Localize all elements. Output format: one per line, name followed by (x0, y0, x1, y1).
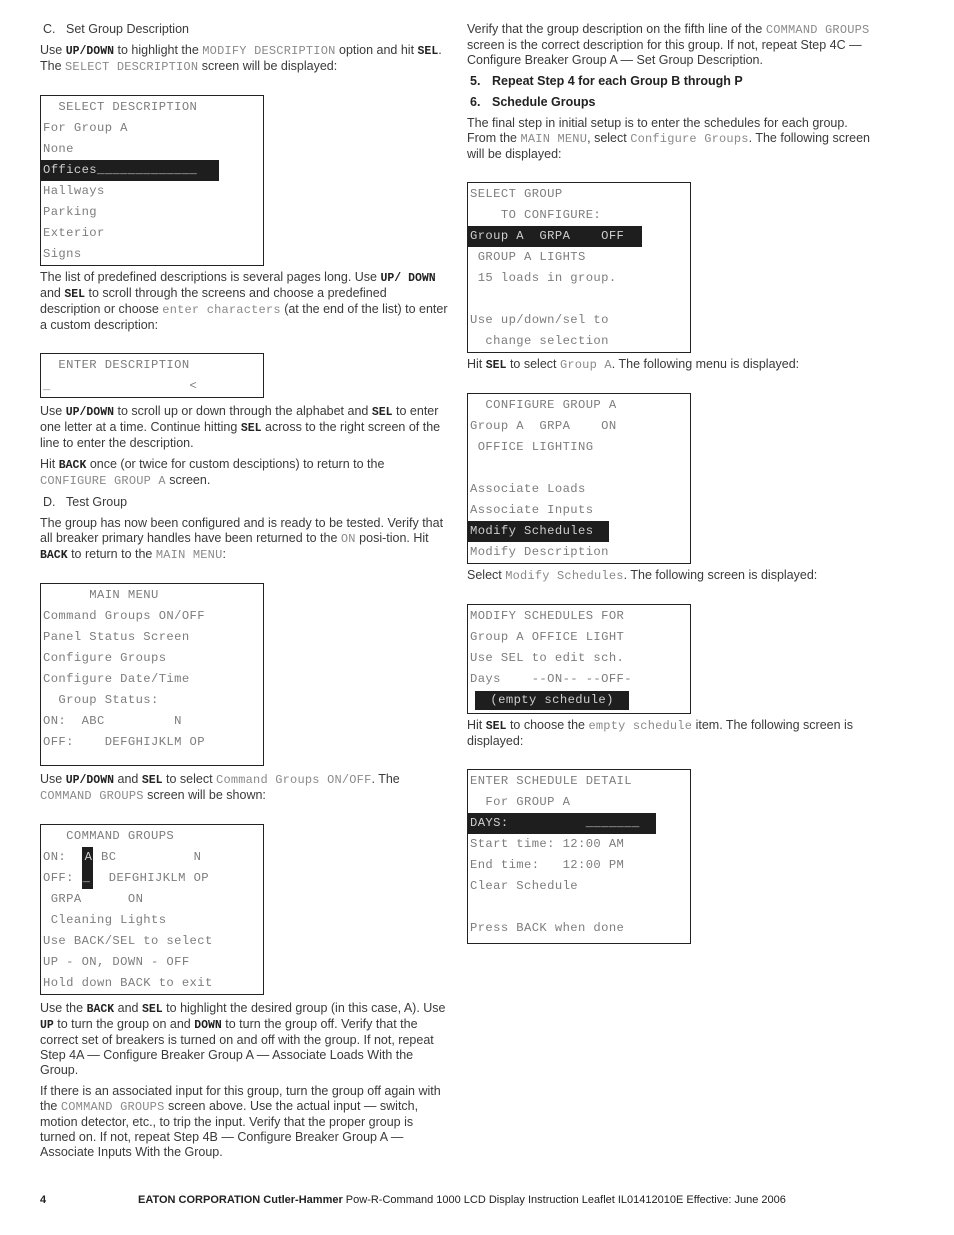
page-number: 4 (40, 1194, 47, 1206)
paragraph-schedule-groups: The final step in initial setup is to en… (467, 116, 870, 161)
left-column: C. Set Group Description Use UP/DOWN to h… (40, 22, 448, 1166)
page-footer: 4 EATON CORPORATION Cutler-Hammer Pow-R-C… (40, 1193, 786, 1208)
empty-schedule-item[interactable]: (empty schedule) (475, 691, 629, 710)
paragraph-choose-empty-schedule: Hit SEL to choose the empty schedule ite… (467, 718, 854, 748)
lcd-select-group: SELECT GROUP TO CONFIGURE: Group A GRPA … (467, 182, 691, 353)
menu-item-modify-schedules[interactable]: Modify Schedules (468, 521, 609, 542)
paragraph-hit-sel-group-a: Hit SEL to select Group A. The following… (467, 357, 800, 372)
step-6-heading: 6. Schedule Groups (470, 95, 596, 109)
paragraph-highlight-group: Use the BACK and SEL to highlight the de… (40, 1001, 446, 1077)
paragraph-hit-back: Hit BACK once (or twice for custom desci… (40, 457, 385, 488)
paragraph-select-command-groups: Use UP/DOWN and SEL to select Command Gr… (40, 772, 400, 803)
group-a-off-selector[interactable]: _ (81, 868, 94, 889)
paragraph-predefined-list: The list of predefined descriptions is s… (40, 270, 448, 332)
lcd-modify-schedules: MODIFY SCHEDULES FOR Group A OFFICE LIGH… (467, 604, 691, 714)
lcd-configure-group: CONFIGURE GROUP A Group A GRPA ON OFFICE… (467, 393, 691, 564)
lcd-main-menu: MAIN MENU Command Groups ON/OFF Panel St… (40, 583, 264, 766)
footer-document-info: Pow-R-Command 1000 LCD Display Instructi… (342, 1194, 786, 1206)
group-a-on-selector[interactable]: A (81, 847, 94, 868)
days-field[interactable]: DAYS: _______ (468, 813, 656, 834)
step-5-heading: 5. Repeat Step 4 for each Group B through… (470, 74, 743, 88)
footer-corporation: EATON CORPORATION Cutler-Hammer (138, 1194, 343, 1206)
end-time-field[interactable]: End time: 12:00 PM (468, 855, 690, 876)
paragraph-associated-input: If there is an associated input for this… (40, 1084, 441, 1159)
paragraph-set-description: Use UP/DOWN to highlight the MODIFY DESC… (40, 43, 442, 74)
paragraph-test-group: The group has now been configured and is… (40, 516, 444, 562)
start-time-field[interactable]: Start time: 12:00 AM (468, 834, 690, 855)
lcd-command-groups: COMMAND GROUPS ON: A BC N OFF: _ DEFGHIJ… (40, 824, 264, 995)
selected-description-offices[interactable]: Offices_____________ (41, 160, 219, 181)
paragraph-select-modify-schedules: Select Modify Schedules. The following s… (467, 568, 818, 583)
clear-schedule-item[interactable]: Clear Schedule (468, 876, 690, 897)
lcd-select-description: SELECT DESCRIPTION For Group A None Offi… (40, 95, 264, 266)
lcd-schedule-detail: ENTER SCHEDULE DETAIL For GROUP A DAYS: … (467, 769, 691, 944)
lcd-enter-description: ENTER DESCRIPTION _ < (40, 353, 264, 398)
right-column: Verify that the group description on the… (467, 22, 877, 948)
paragraph-verify-description: Verify that the group description on the… (467, 22, 870, 67)
section-c-heading: C. Set Group Description (43, 22, 189, 36)
selected-group-a[interactable]: Group A GRPA OFF (468, 226, 642, 247)
section-d-heading: D. Test Group (43, 495, 128, 509)
paragraph-scroll-alphabet: Use UP/DOWN to scroll up or down through… (40, 404, 441, 450)
